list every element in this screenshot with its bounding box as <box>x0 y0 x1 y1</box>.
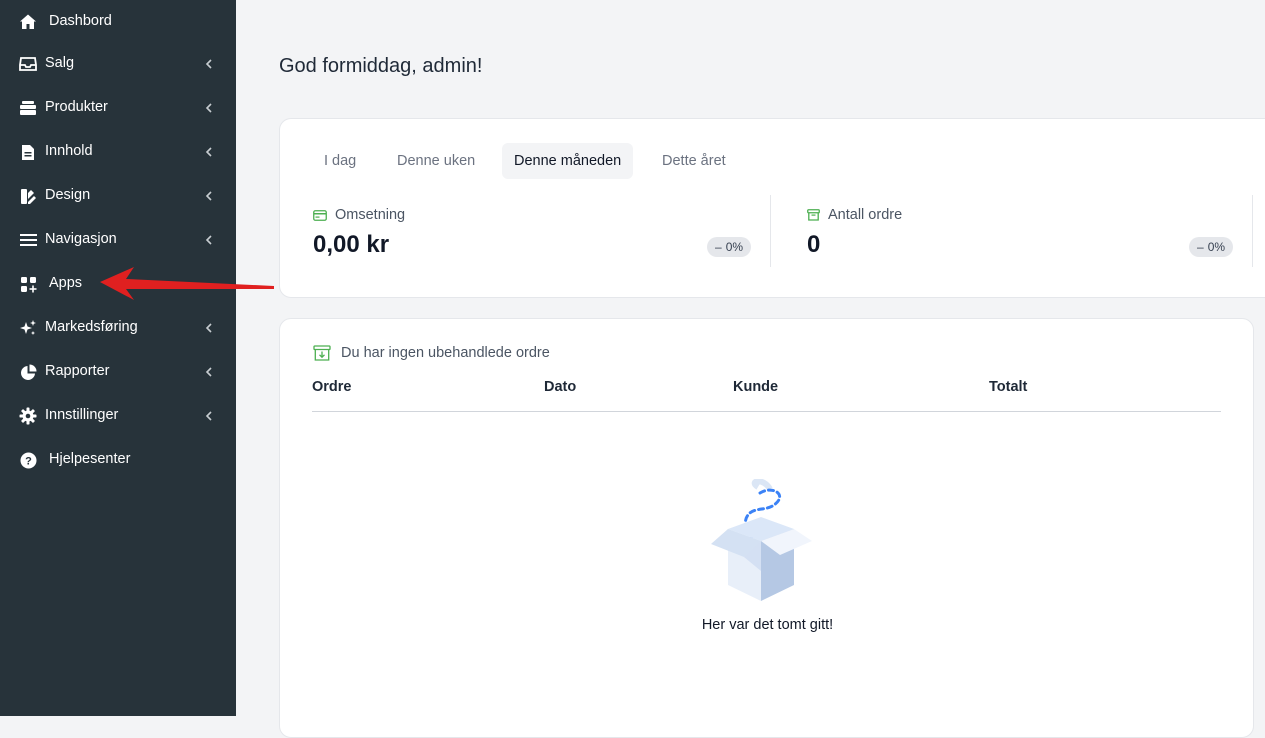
stat-value-omsetning: 0,00 kr <box>313 231 390 258</box>
stat-label-antall-ordre: Antall ordre <box>807 207 902 223</box>
sidebar-item-innstillinger[interactable]: Innstillinger <box>0 394 236 438</box>
sidebar-item-rapporter[interactable]: Rapporter <box>0 350 236 394</box>
archive-icon <box>807 209 820 221</box>
tab-dette-aret[interactable]: Dette året <box>650 143 738 179</box>
sidebar-item-markedsforing[interactable]: Markedsføring <box>0 306 236 350</box>
chevron-left-icon <box>205 103 212 113</box>
palette-icon <box>17 185 39 207</box>
sidebar-item-label: Rapporter <box>45 363 110 379</box>
sidebar-item-salg[interactable]: Salg <box>0 42 236 86</box>
empty-box-illustration <box>711 479 812 601</box>
divider <box>770 195 771 267</box>
chevron-left-icon <box>205 367 212 377</box>
divider <box>1252 195 1253 267</box>
page-title: God formiddag, admin! <box>279 55 483 77</box>
chevron-left-icon <box>205 235 212 245</box>
help-icon: ? <box>17 449 39 471</box>
change-badge: – 0% <box>707 237 752 257</box>
sidebar-item-label: Navigasjon <box>45 231 117 247</box>
credit-card-icon <box>313 209 327 221</box>
change-badge: – 0% <box>1189 237 1234 257</box>
sidebar-item-label: Apps <box>49 275 83 291</box>
stat-value-antall-ordre: 0 <box>807 231 821 258</box>
pie-chart-icon <box>17 361 39 383</box>
gear-icon <box>17 405 39 427</box>
document-icon <box>17 141 39 163</box>
sidebar-item-dashbord[interactable]: Dashbord <box>0 0 236 44</box>
column-header[interactable]: Kunde <box>733 379 778 395</box>
sidebar-item-produkter[interactable]: Produkter <box>0 86 236 130</box>
sidebar-item-innhold[interactable]: Innhold <box>0 130 236 174</box>
column-header[interactable]: Ordre <box>312 379 352 395</box>
orders-card: Du har ingen ubehandlede ordre Ordre Dat… <box>279 318 1254 738</box>
stat-label-omsetning: Omsetning <box>313 207 405 223</box>
chevron-left-icon <box>205 411 212 421</box>
column-header[interactable]: Dato <box>544 379 576 395</box>
table-divider <box>312 411 1221 412</box>
sidebar-item-label: Salg <box>45 55 75 71</box>
sidebar-item-label: Produkter <box>45 99 108 115</box>
orders-title: Du har ingen ubehandlede ordre <box>313 345 550 361</box>
sidebar-item-label: Markedsføring <box>45 319 138 335</box>
sparkles-icon <box>17 317 39 339</box>
chevron-left-icon <box>205 191 212 201</box>
chevron-left-icon <box>205 59 212 69</box>
archive-download-icon <box>313 345 331 361</box>
main-content: God formiddag, admin! I dag Denne uken D… <box>236 0 1265 738</box>
sidebar-item-navigasjon[interactable]: Navigasjon <box>0 218 236 262</box>
sidebar: Dashbord Salg Produkter Innhold Design N… <box>0 0 236 716</box>
sidebar-item-label: Innstillinger <box>45 407 119 423</box>
stats-card: I dag Denne uken Denne måneden Dette åre… <box>279 118 1265 298</box>
empty-state-text: Her var det tomt gitt! <box>701 617 834 633</box>
menu-icon <box>17 229 39 251</box>
svg-text:?: ? <box>25 455 32 467</box>
sidebar-item-design[interactable]: Design <box>0 174 236 218</box>
minus-icon: – <box>1197 240 1204 254</box>
stack-icon <box>17 97 39 119</box>
chevron-left-icon <box>205 323 212 333</box>
sidebar-item-label: Hjelpesenter <box>49 451 131 467</box>
sidebar-item-label: Dashbord <box>49 13 112 29</box>
chevron-left-icon <box>205 147 212 157</box>
column-header[interactable]: Totalt <box>989 379 1027 395</box>
apps-icon <box>17 273 39 295</box>
inbox-icon <box>17 53 39 75</box>
home-icon <box>17 11 39 33</box>
tab-denne-uken[interactable]: Denne uken <box>385 143 487 179</box>
sidebar-item-label: Design <box>45 187 91 203</box>
sidebar-item-hjelpesenter[interactable]: ? Hjelpesenter <box>0 438 236 482</box>
tab-i-dag[interactable]: I dag <box>312 143 368 179</box>
tab-denne-maneden[interactable]: Denne måneden <box>502 143 634 179</box>
minus-icon: – <box>715 240 722 254</box>
sidebar-item-label: Innhold <box>45 143 93 159</box>
